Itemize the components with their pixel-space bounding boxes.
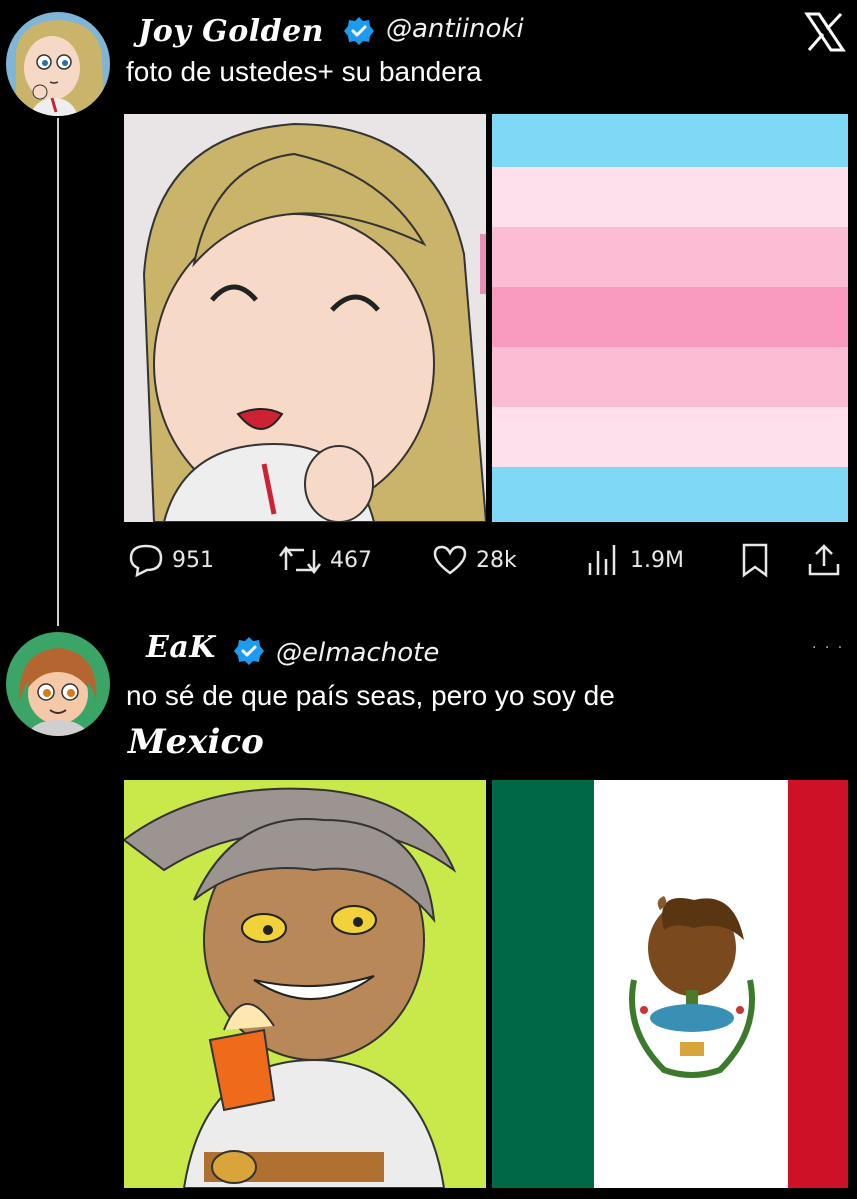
heart-icon [433,545,467,575]
reply-icon [129,544,163,577]
retweet-count: 467 [330,547,372,573]
user-handle[interactable]: @antiinoki [386,14,524,44]
flag-stripe [492,347,848,407]
tweet-text: foto de ustedes+ su bandera [126,56,482,87]
bookmark-button[interactable] [740,538,770,582]
flag-stripe [492,287,848,347]
flag-stripe [492,407,848,467]
coat-of-arms-icon [629,896,755,1078]
like-button[interactable]: 28k [432,538,517,582]
flag-stripe [492,114,848,167]
share-button[interactable] [806,538,842,582]
verified-badge-icon [344,17,374,45]
user-handle[interactable]: @elmachote [276,638,439,668]
x-logo-icon[interactable] [804,12,846,52]
reply-count: 951 [172,547,214,573]
display-name[interactable]: Joy Golden [138,14,324,49]
flag-stripe [492,227,848,287]
views-count: 1.9M [630,547,684,573]
reply-button[interactable]: 951 [128,538,214,582]
share-icon [808,544,840,576]
tweet-text-country: Mexico [128,722,264,762]
avatar[interactable] [6,632,110,736]
retweet-icon [279,545,321,575]
avatar[interactable] [6,12,110,116]
tweet-text: no sé de que país seas, pero yo soy de [126,680,615,711]
flag-stripe [492,467,848,522]
views-button[interactable]: 1.9M [586,538,684,582]
flag-stripe-green [492,780,594,1188]
views-icon [588,545,616,575]
display-name[interactable]: EaK [146,630,216,665]
trans-flag-image[interactable] [492,114,848,522]
bookmark-icon [742,543,768,578]
thread-connector [57,118,59,626]
mexico-flag-image[interactable] [492,780,848,1188]
retweet-button[interactable]: 467 [278,538,372,582]
verified-badge-icon [234,637,264,665]
flag-stripe-white [594,780,788,1188]
like-count: 28k [476,547,517,573]
flag-stripe-red [788,780,848,1188]
flag-stripe [492,167,848,227]
more-options-icon[interactable]: · · · [812,640,844,656]
character-image[interactable] [124,114,486,522]
character-image[interactable] [124,780,486,1188]
